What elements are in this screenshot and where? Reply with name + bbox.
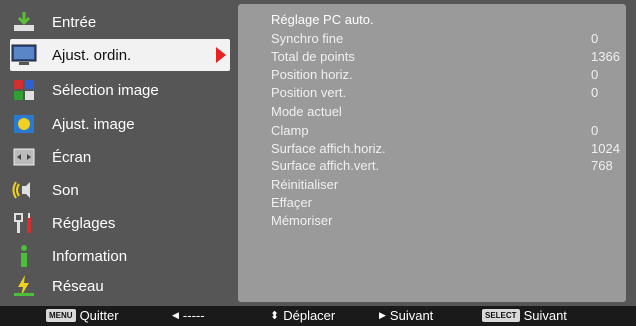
network-icon [10, 273, 38, 299]
menu-item-ecran[interactable]: Écran [10, 141, 230, 173]
row-value: 1366 [591, 49, 620, 64]
menu-item-label: Écran [52, 148, 92, 166]
row-label: Réglage PC auto. [271, 12, 374, 27]
footer-move-label: Déplacer [283, 308, 336, 323]
menu-item-label: Information [52, 247, 128, 265]
menu-key-icon: MENU [46, 309, 76, 322]
submenu-row[interactable]: Total de points 1366 [271, 49, 620, 67]
row-label: Réinitialiser [271, 177, 339, 192]
menu-item-selection-image[interactable]: Sélection image [10, 74, 230, 106]
row-label: Surface affich.vert. [271, 158, 380, 173]
row-label: Surface affich.horiz. [271, 141, 386, 156]
row-value: 0 [591, 85, 599, 100]
menu-item-label: Réseau [52, 277, 104, 295]
row-label: Synchro fine [271, 31, 344, 46]
select-key-icon: SELECT [482, 309, 520, 322]
image-select-icon [10, 77, 38, 103]
screen-icon [10, 144, 38, 170]
submenu-row[interactable]: Effaçer [271, 195, 611, 213]
footer-move: ⬍ Déplacer [270, 308, 335, 323]
selection-arrow-icon [216, 47, 226, 63]
menu-item-reglages[interactable]: Réglages [10, 207, 230, 239]
menu-item-label: Entrée [52, 13, 97, 31]
submenu-row[interactable]: Position horiz. 0 [271, 67, 611, 85]
menu-item-ajust-image[interactable]: Ajust. image [10, 108, 230, 140]
row-value: 0 [591, 31, 599, 46]
footer-next-label: Suivant [389, 308, 434, 323]
submenu-row[interactable]: Réinitialiser [271, 177, 611, 195]
submenu-row[interactable]: Surface affich.horiz. 1024 [271, 141, 620, 159]
left-arrow-icon: ◀ [172, 310, 179, 320]
submenu-row[interactable]: Réglage PC auto. [271, 12, 611, 30]
row-label: Total de points [271, 49, 355, 64]
submenu-panel: Réglage PC auto. Synchro fine 0 Total de … [238, 4, 626, 302]
footer-back: ◀ ----- [172, 308, 205, 323]
speaker-icon [10, 177, 38, 203]
footer-select-label: Suivant [523, 308, 567, 323]
menu-item-information[interactable]: Information [10, 240, 230, 272]
footer-quit: MENU Quitter [46, 308, 119, 323]
row-label: Clamp [271, 123, 309, 138]
osd-frame: Entrée Ajust. ordin. Sélection image Aju… [0, 0, 636, 306]
row-label: Position horiz. [271, 67, 353, 82]
menu-item-label: Sélection image [52, 81, 159, 99]
menu-item-label: Ajust. ordin. [52, 46, 132, 64]
footer-select: SELECT Suivant [482, 308, 567, 323]
settings-tools-icon [10, 210, 38, 236]
footer-help-bar: MENU Quitter ◀ ----- ⬍ Déplacer ▶ Suivan… [0, 306, 636, 326]
submenu-row[interactable]: Clamp 0 [271, 123, 611, 141]
footer-dash-label: ----- [182, 308, 205, 323]
submenu-row[interactable]: Mémoriser [271, 213, 611, 231]
submenu-row[interactable]: Surface affich.vert. 768 [271, 158, 613, 176]
row-value: 768 [591, 158, 613, 173]
row-value: 1024 [591, 141, 620, 156]
menu-item-son[interactable]: Son [10, 174, 230, 206]
menu-item-reseau[interactable]: Réseau [10, 270, 230, 302]
right-arrow-icon: ▶ [379, 310, 386, 320]
row-value: 0 [591, 67, 599, 82]
menu-item-entree[interactable]: Entrée [10, 6, 230, 38]
footer-quit-label: Quitter [79, 308, 119, 323]
row-label: Mémoriser [271, 213, 333, 228]
row-label: Position vert. [271, 85, 347, 100]
info-icon [10, 243, 38, 269]
row-label: Mode actuel [271, 104, 342, 119]
submenu-row[interactable]: Synchro fine 0 [271, 31, 611, 49]
row-value: 0 [591, 123, 599, 138]
submenu-row[interactable]: Position vert. 0 [271, 85, 611, 103]
menu-item-label: Son [52, 181, 79, 199]
submenu-row[interactable]: Mode actuel [271, 104, 611, 122]
menu-item-label: Ajust. image [52, 115, 135, 133]
image-adjust-icon [10, 111, 38, 137]
footer-next: ▶ Suivant [379, 308, 433, 323]
row-label: Effaçer [271, 195, 312, 210]
main-menu: Entrée Ajust. ordin. Sélection image Aju… [6, 4, 232, 302]
menu-item-label: Réglages [52, 214, 116, 232]
input-arrow-icon [10, 9, 38, 35]
up-down-arrow-icon: ⬍ [270, 310, 280, 322]
menu-item-ajust-ordin[interactable]: Ajust. ordin. [10, 39, 230, 71]
computer-monitor-icon [10, 42, 38, 68]
